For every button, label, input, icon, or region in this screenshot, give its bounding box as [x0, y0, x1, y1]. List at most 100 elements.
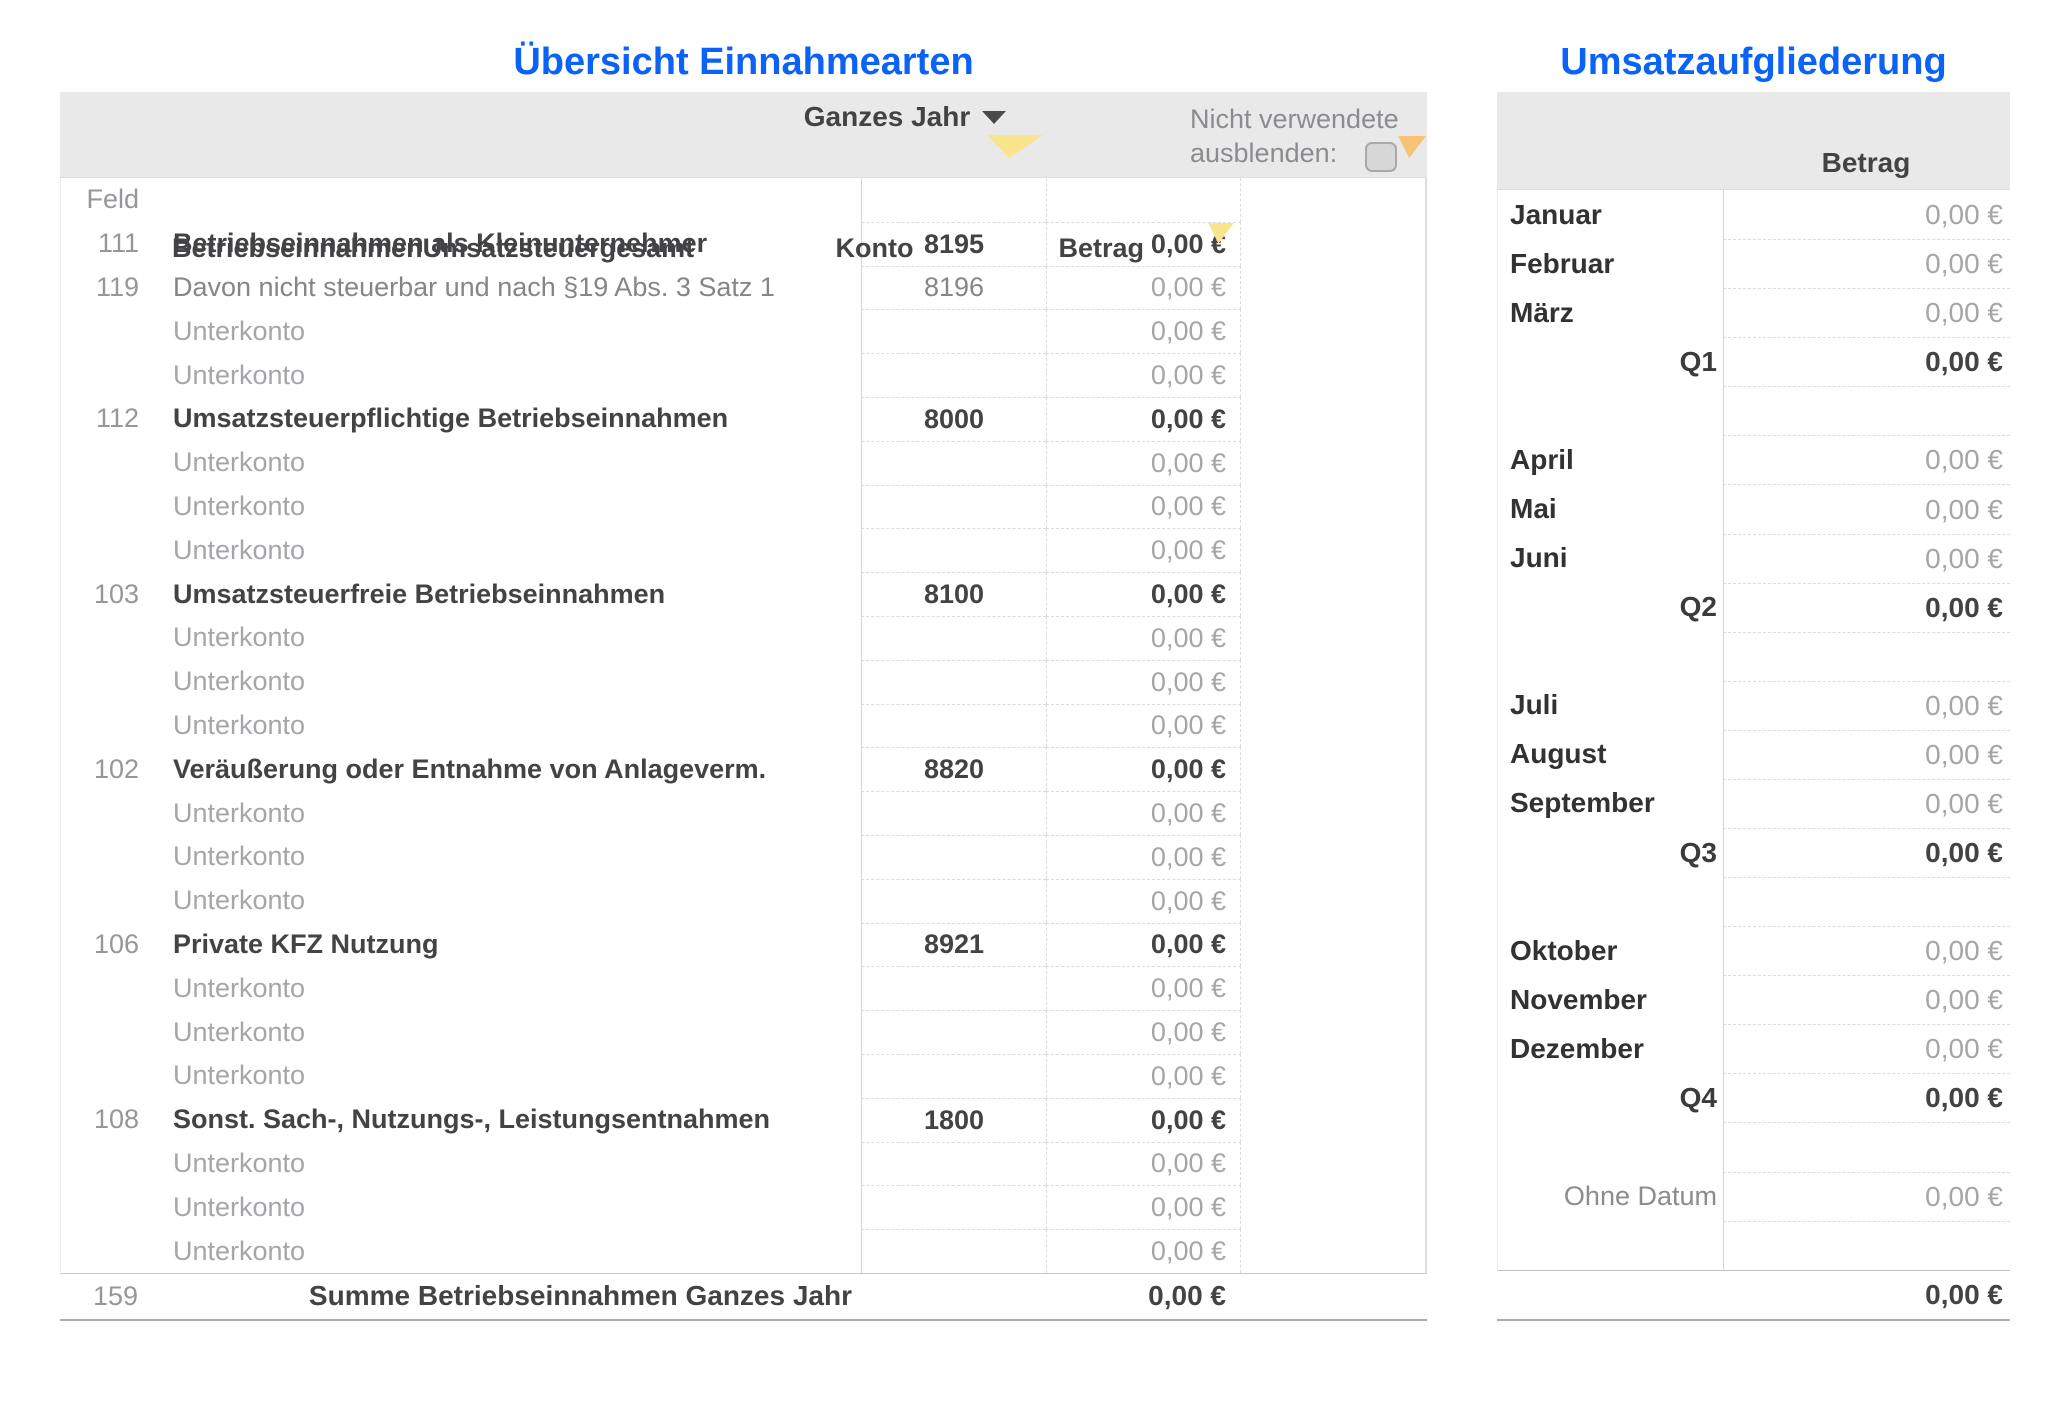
description-cell[interactable]: Unterkonto [139, 966, 861, 1010]
description-cell[interactable]: Unterkonto [139, 485, 861, 529]
description-cell[interactable]: Unterkonto [139, 1010, 861, 1054]
amount-cell[interactable]: 0,00 € [1723, 926, 2010, 975]
amount-cell[interactable]: 0,00 € [1723, 1073, 2010, 1122]
konto-cell[interactable] [861, 441, 1046, 485]
description-cell[interactable]: Sonst. Sach-, Nutzungs-, Leistungsentnah… [139, 1098, 861, 1142]
betrag-cell[interactable]: 0,00 € [1046, 747, 1241, 791]
period-label-cell[interactable]: September [1498, 779, 1723, 828]
konto-cell[interactable] [861, 616, 1046, 660]
amount-cell[interactable]: 0,00 € [1723, 534, 2010, 583]
konto-cell[interactable]: 8196 [861, 266, 1046, 310]
konto-cell[interactable] [861, 485, 1046, 529]
konto-cell[interactable] [861, 309, 1046, 353]
betrag-cell[interactable]: 0,00 € [1046, 397, 1241, 441]
period-label-cell[interactable]: Dezember [1498, 1024, 1723, 1073]
betrag-cell[interactable]: 0,00 € [1046, 1229, 1241, 1273]
description-cell[interactable]: Unterkonto [139, 1229, 861, 1273]
period-label-cell[interactable]: Juni [1498, 534, 1723, 583]
betrag-cell[interactable]: 0,00 € [1046, 1185, 1241, 1229]
period-label-cell[interactable]: November [1498, 975, 1723, 1024]
description-cell[interactable]: Unterkonto [139, 1142, 861, 1186]
period-label-cell[interactable]: Januar [1498, 190, 1723, 239]
period-label-cell[interactable]: März [1498, 288, 1723, 337]
konto-cell[interactable] [861, 353, 1046, 397]
betrag-cell[interactable]: 0,00 € [1046, 353, 1241, 397]
betrag-cell[interactable]: 0,00 € [1046, 572, 1241, 616]
description-cell[interactable]: Unterkonto [139, 704, 861, 748]
amount-cell[interactable]: 0,00 € [1723, 779, 2010, 828]
amount-cell[interactable]: 0,00 € [1723, 239, 2010, 288]
konto-cell[interactable] [861, 879, 1046, 923]
description-cell[interactable]: Unterkonto [139, 660, 861, 704]
amount-cell[interactable]: 0,00 € [1723, 583, 2010, 632]
description-cell[interactable]: Unterkonto [139, 528, 861, 572]
betrag-cell[interactable]: 0,00 € [1046, 266, 1241, 310]
konto-cell[interactable] [861, 1010, 1046, 1054]
konto-cell[interactable] [861, 1185, 1046, 1229]
betrag-cell[interactable]: 0,00 € [1046, 1010, 1241, 1054]
period-label-cell[interactable]: Oktober [1498, 926, 1723, 975]
konto-cell[interactable] [861, 660, 1046, 704]
description-cell[interactable]: Unterkonto [139, 353, 861, 397]
description-cell[interactable]: Unterkonto [139, 309, 861, 353]
betrag-cell[interactable]: 0,00 € [1046, 616, 1241, 660]
konto-cell[interactable]: 8100 [861, 572, 1046, 616]
description-cell[interactable]: Unterkonto [139, 791, 861, 835]
description-cell[interactable]: Unterkonto [139, 835, 861, 879]
revenue-total-betrag-cell[interactable]: 0,00 € [1722, 1279, 2010, 1311]
hide-unused-checkbox[interactable] [1365, 142, 1397, 172]
period-label-cell[interactable]: Februar [1498, 239, 1723, 288]
konto-cell[interactable] [861, 791, 1046, 835]
period-label-cell[interactable]: Q2 [1498, 583, 1723, 632]
amount-cell[interactable]: 0,00 € [1723, 484, 2010, 533]
betrag-cell[interactable]: 0,00 € [1046, 1142, 1241, 1186]
period-label-cell[interactable]: Mai [1498, 484, 1723, 533]
amount-cell[interactable]: 0,00 € [1723, 1024, 2010, 1073]
description-cell[interactable]: Unterkonto [139, 1054, 861, 1098]
betrag-cell[interactable]: 0,00 € [1046, 309, 1241, 353]
betrag-cell[interactable]: 0,00 € [1046, 222, 1241, 266]
description-cell[interactable]: Davon nicht steuerbar und nach §19 Abs. … [139, 266, 861, 310]
konto-cell[interactable]: 8000 [861, 397, 1046, 441]
konto-cell[interactable]: 8820 [861, 747, 1046, 791]
betrag-cell[interactable]: 0,00 € [1046, 528, 1241, 572]
konto-cell[interactable] [861, 528, 1046, 572]
betrag-cell[interactable]: 0,00 € [1046, 1098, 1241, 1142]
amount-cell[interactable]: 0,00 € [1723, 288, 2010, 337]
betrag-cell[interactable]: 0,00 € [1046, 704, 1241, 748]
description-cell[interactable]: Private KFZ Nutzung [139, 923, 861, 967]
period-label-cell[interactable]: Q4 [1498, 1073, 1723, 1122]
amount-cell[interactable]: 0,00 € [1723, 730, 2010, 779]
konto-cell[interactable] [861, 704, 1046, 748]
konto-cell[interactable] [861, 966, 1046, 1010]
konto-cell[interactable] [861, 1229, 1046, 1273]
period-label-cell[interactable]: Q1 [1498, 337, 1723, 386]
period-selector[interactable]: Ganzes Jahr [780, 98, 1030, 136]
period-label-cell[interactable]: Q3 [1498, 828, 1723, 877]
description-cell[interactable]: Veräußerung oder Entnahme von Anlageverm… [139, 747, 861, 791]
amount-cell[interactable]: 0,00 € [1723, 337, 2010, 386]
betrag-cell[interactable]: 0,00 € [1046, 879, 1241, 923]
betrag-cell[interactable]: 0,00 € [1046, 791, 1241, 835]
amount-cell[interactable]: 0,00 € [1723, 190, 2010, 239]
amount-cell[interactable]: 0,00 € [1723, 435, 2010, 484]
description-cell[interactable]: Umsatzsteuerfreie Betriebseinnahmen [139, 572, 861, 616]
description-cell[interactable]: Umsatzsteuerpflichtige Betriebseinnahmen [139, 397, 861, 441]
betrag-cell[interactable]: 0,00 € [1046, 660, 1241, 704]
description-cell[interactable]: Unterkonto [139, 441, 861, 485]
konto-cell[interactable] [861, 835, 1046, 879]
betrag-cell[interactable]: 0,00 € [1046, 1054, 1241, 1098]
amount-cell[interactable]: 0,00 € [1723, 681, 2010, 730]
description-cell[interactable]: Unterkonto [139, 616, 861, 660]
amount-cell[interactable]: 0,00 € [1723, 1172, 2010, 1221]
period-label-cell[interactable]: Juli [1498, 681, 1723, 730]
betrag-cell[interactable]: 0,00 € [1046, 966, 1241, 1010]
description-cell[interactable]: Unterkonto [139, 879, 861, 923]
description-cell[interactable]: Unterkonto [139, 1185, 861, 1229]
period-label-cell[interactable]: Ohne Datum [1498, 1172, 1723, 1221]
betrag-cell[interactable]: 0,00 € [1046, 835, 1241, 879]
betrag-cell[interactable]: 0,00 € [1046, 441, 1241, 485]
konto-cell[interactable] [861, 1054, 1046, 1098]
betrag-cell[interactable]: 0,00 € [1046, 923, 1241, 967]
amount-cell[interactable]: 0,00 € [1723, 828, 2010, 877]
